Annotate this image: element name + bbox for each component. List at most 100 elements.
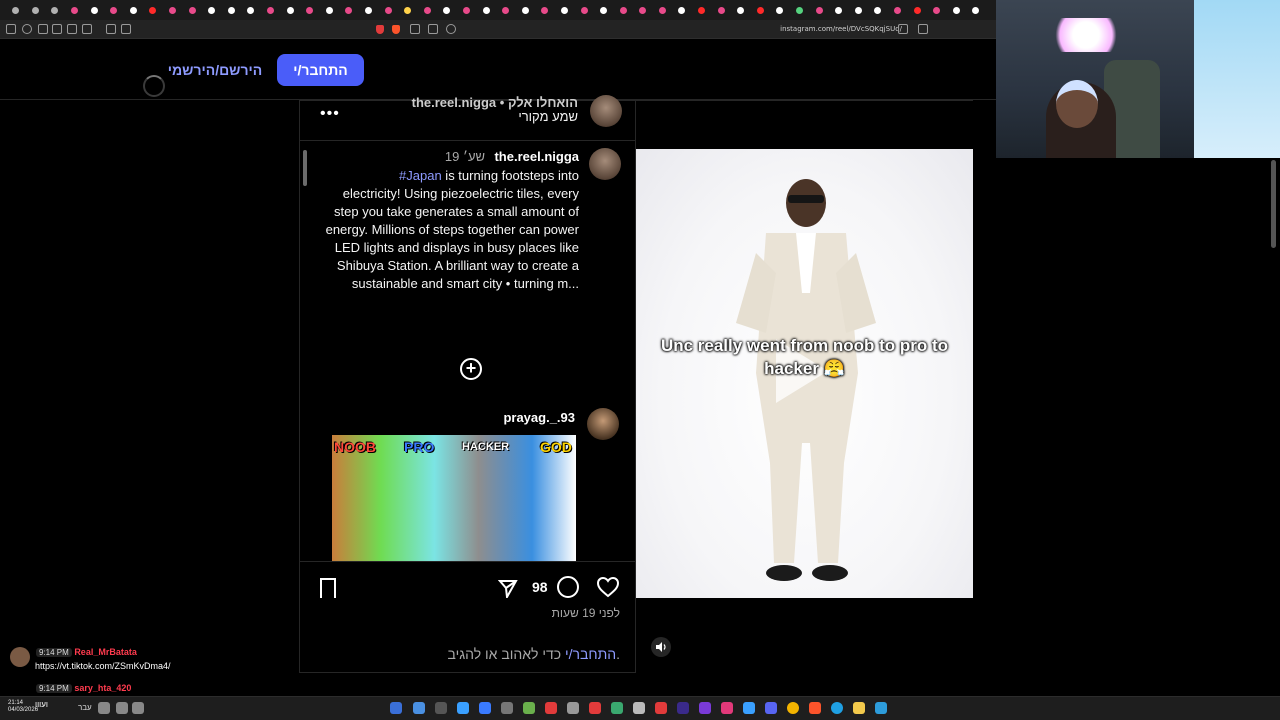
taskbar-app-icon[interactable] bbox=[567, 702, 579, 714]
browser-tab[interactable] bbox=[947, 0, 967, 20]
sidebar-icon[interactable] bbox=[6, 24, 16, 34]
brave-icon[interactable] bbox=[809, 702, 821, 714]
browser-tab[interactable] bbox=[966, 0, 986, 20]
caption-author-avatar[interactable] bbox=[589, 148, 621, 180]
browser-tab[interactable] bbox=[437, 0, 457, 20]
browser-tab[interactable] bbox=[320, 0, 340, 20]
browser-tab[interactable] bbox=[535, 0, 555, 20]
taskbar-app-icon[interactable] bbox=[699, 702, 711, 714]
browser-tab[interactable] bbox=[613, 0, 633, 20]
browser-tab[interactable] bbox=[241, 0, 261, 20]
browser-tab[interactable] bbox=[359, 0, 379, 20]
tab-groups-icon[interactable] bbox=[106, 24, 116, 34]
taskbar-app-icon[interactable] bbox=[501, 702, 513, 714]
page-scrollbar[interactable] bbox=[1271, 160, 1276, 248]
browser-tab[interactable] bbox=[378, 0, 398, 20]
browser-tab[interactable] bbox=[104, 0, 124, 20]
author-avatar[interactable] bbox=[590, 95, 622, 127]
browser-tab[interactable] bbox=[829, 0, 849, 20]
browser-tab[interactable] bbox=[280, 0, 300, 20]
taskbar-app-icon[interactable] bbox=[545, 702, 557, 714]
browser-tab[interactable] bbox=[515, 0, 535, 20]
taskbar-app-icon[interactable] bbox=[611, 702, 623, 714]
browser-tab[interactable] bbox=[26, 0, 46, 20]
language-indicator[interactable]: עבר bbox=[78, 703, 92, 712]
taskbar-app-icon[interactable] bbox=[413, 702, 425, 714]
load-more-comments-icon[interactable]: + bbox=[460, 358, 482, 380]
browser-tab[interactable] bbox=[868, 0, 888, 20]
browser-tab[interactable] bbox=[672, 0, 692, 20]
comment-username[interactable]: prayag._.93 bbox=[503, 410, 575, 425]
history-icon[interactable] bbox=[22, 24, 32, 34]
browser-tab[interactable] bbox=[124, 0, 144, 20]
browser-tab[interactable] bbox=[339, 0, 359, 20]
settings-icon[interactable] bbox=[121, 24, 131, 34]
browser-tab[interactable] bbox=[496, 0, 516, 20]
header-username[interactable]: the.reel.nigga • הואחלו אלק bbox=[412, 95, 578, 110]
mic-icon[interactable] bbox=[98, 702, 110, 714]
browser-tab[interactable] bbox=[594, 0, 614, 20]
browser-tab[interactable] bbox=[927, 0, 947, 20]
brave-shield-icon[interactable] bbox=[392, 25, 400, 34]
caption-username[interactable]: the.reel.nigga bbox=[494, 149, 579, 164]
taskbar-app-icon[interactable] bbox=[633, 702, 645, 714]
browser-tab[interactable] bbox=[770, 0, 790, 20]
browser-tab[interactable] bbox=[300, 0, 320, 20]
browser-tab[interactable] bbox=[457, 0, 477, 20]
browser-tab[interactable] bbox=[790, 0, 810, 20]
browser-tab[interactable] bbox=[84, 0, 104, 20]
browser-tab[interactable] bbox=[653, 0, 673, 20]
taskbar-app-icon[interactable] bbox=[655, 702, 667, 714]
signup-button[interactable]: הירשם/הירשמי bbox=[166, 54, 264, 86]
browser-tab[interactable] bbox=[202, 0, 222, 20]
browser-tab[interactable] bbox=[711, 0, 731, 20]
taskbar-app-icon[interactable] bbox=[677, 702, 689, 714]
reel-media[interactable]: Unc really went from noob to pro to hack… bbox=[636, 101, 973, 673]
login-button[interactable]: התחבר/י bbox=[277, 54, 364, 86]
reel-video[interactable]: Unc really went from noob to pro to hack… bbox=[636, 149, 973, 598]
taskbar-app-snip-icon[interactable] bbox=[390, 702, 402, 714]
browser-tab[interactable] bbox=[731, 0, 751, 20]
comment-icon[interactable] bbox=[557, 576, 579, 598]
chrome-icon[interactable] bbox=[787, 702, 799, 714]
browser-tab[interactable] bbox=[6, 0, 26, 20]
login-prompt-link[interactable]: התחבר/י bbox=[565, 646, 616, 662]
browser-tab[interactable] bbox=[65, 0, 85, 20]
browser-tab[interactable] bbox=[888, 0, 908, 20]
share-icon[interactable] bbox=[498, 578, 518, 598]
taskbar-app-icon[interactable] bbox=[457, 702, 469, 714]
like-icon[interactable] bbox=[596, 576, 620, 598]
browser-tab[interactable] bbox=[633, 0, 653, 20]
mute-button[interactable] bbox=[651, 637, 671, 657]
audio-label[interactable]: שמע מקורי bbox=[518, 109, 578, 124]
file-explorer-icon[interactable] bbox=[853, 702, 865, 714]
bookmark-page-icon[interactable] bbox=[918, 24, 928, 34]
browser-tab[interactable] bbox=[809, 0, 829, 20]
search-icon[interactable] bbox=[446, 24, 456, 34]
browser-tab[interactable] bbox=[574, 0, 594, 20]
taskbar-app-icon[interactable] bbox=[743, 702, 755, 714]
downloads-icon[interactable] bbox=[410, 24, 420, 34]
alert-icon[interactable] bbox=[376, 25, 384, 34]
taskbar-clock[interactable]: 21:14 04/03/2026 bbox=[8, 700, 38, 714]
taskbar-app-icon[interactable] bbox=[523, 702, 535, 714]
taskbar-app-icon[interactable] bbox=[435, 702, 447, 714]
browser-tab[interactable] bbox=[261, 0, 281, 20]
browser-tab[interactable] bbox=[555, 0, 575, 20]
comments-scrollbar[interactable] bbox=[302, 142, 308, 560]
volume-icon[interactable] bbox=[132, 702, 144, 714]
browser-tab[interactable] bbox=[417, 0, 437, 20]
taskbar-app-icon[interactable] bbox=[589, 702, 601, 714]
browser-tab[interactable] bbox=[907, 0, 927, 20]
share-page-icon[interactable] bbox=[898, 24, 908, 34]
network-icon[interactable] bbox=[116, 702, 128, 714]
taskbar-app-icon[interactable] bbox=[479, 702, 491, 714]
browser-tab[interactable] bbox=[398, 0, 418, 20]
split-view-icon[interactable] bbox=[67, 24, 77, 34]
comment-image[interactable]: NOOB PRO HACKER GOD bbox=[332, 435, 576, 561]
windows-start-icon[interactable] bbox=[875, 702, 887, 714]
more-options-icon[interactable]: ••• bbox=[320, 105, 340, 123]
comments-scroll-thumb[interactable] bbox=[303, 150, 307, 186]
browser-tab[interactable] bbox=[143, 0, 163, 20]
save-icon[interactable] bbox=[320, 578, 336, 598]
